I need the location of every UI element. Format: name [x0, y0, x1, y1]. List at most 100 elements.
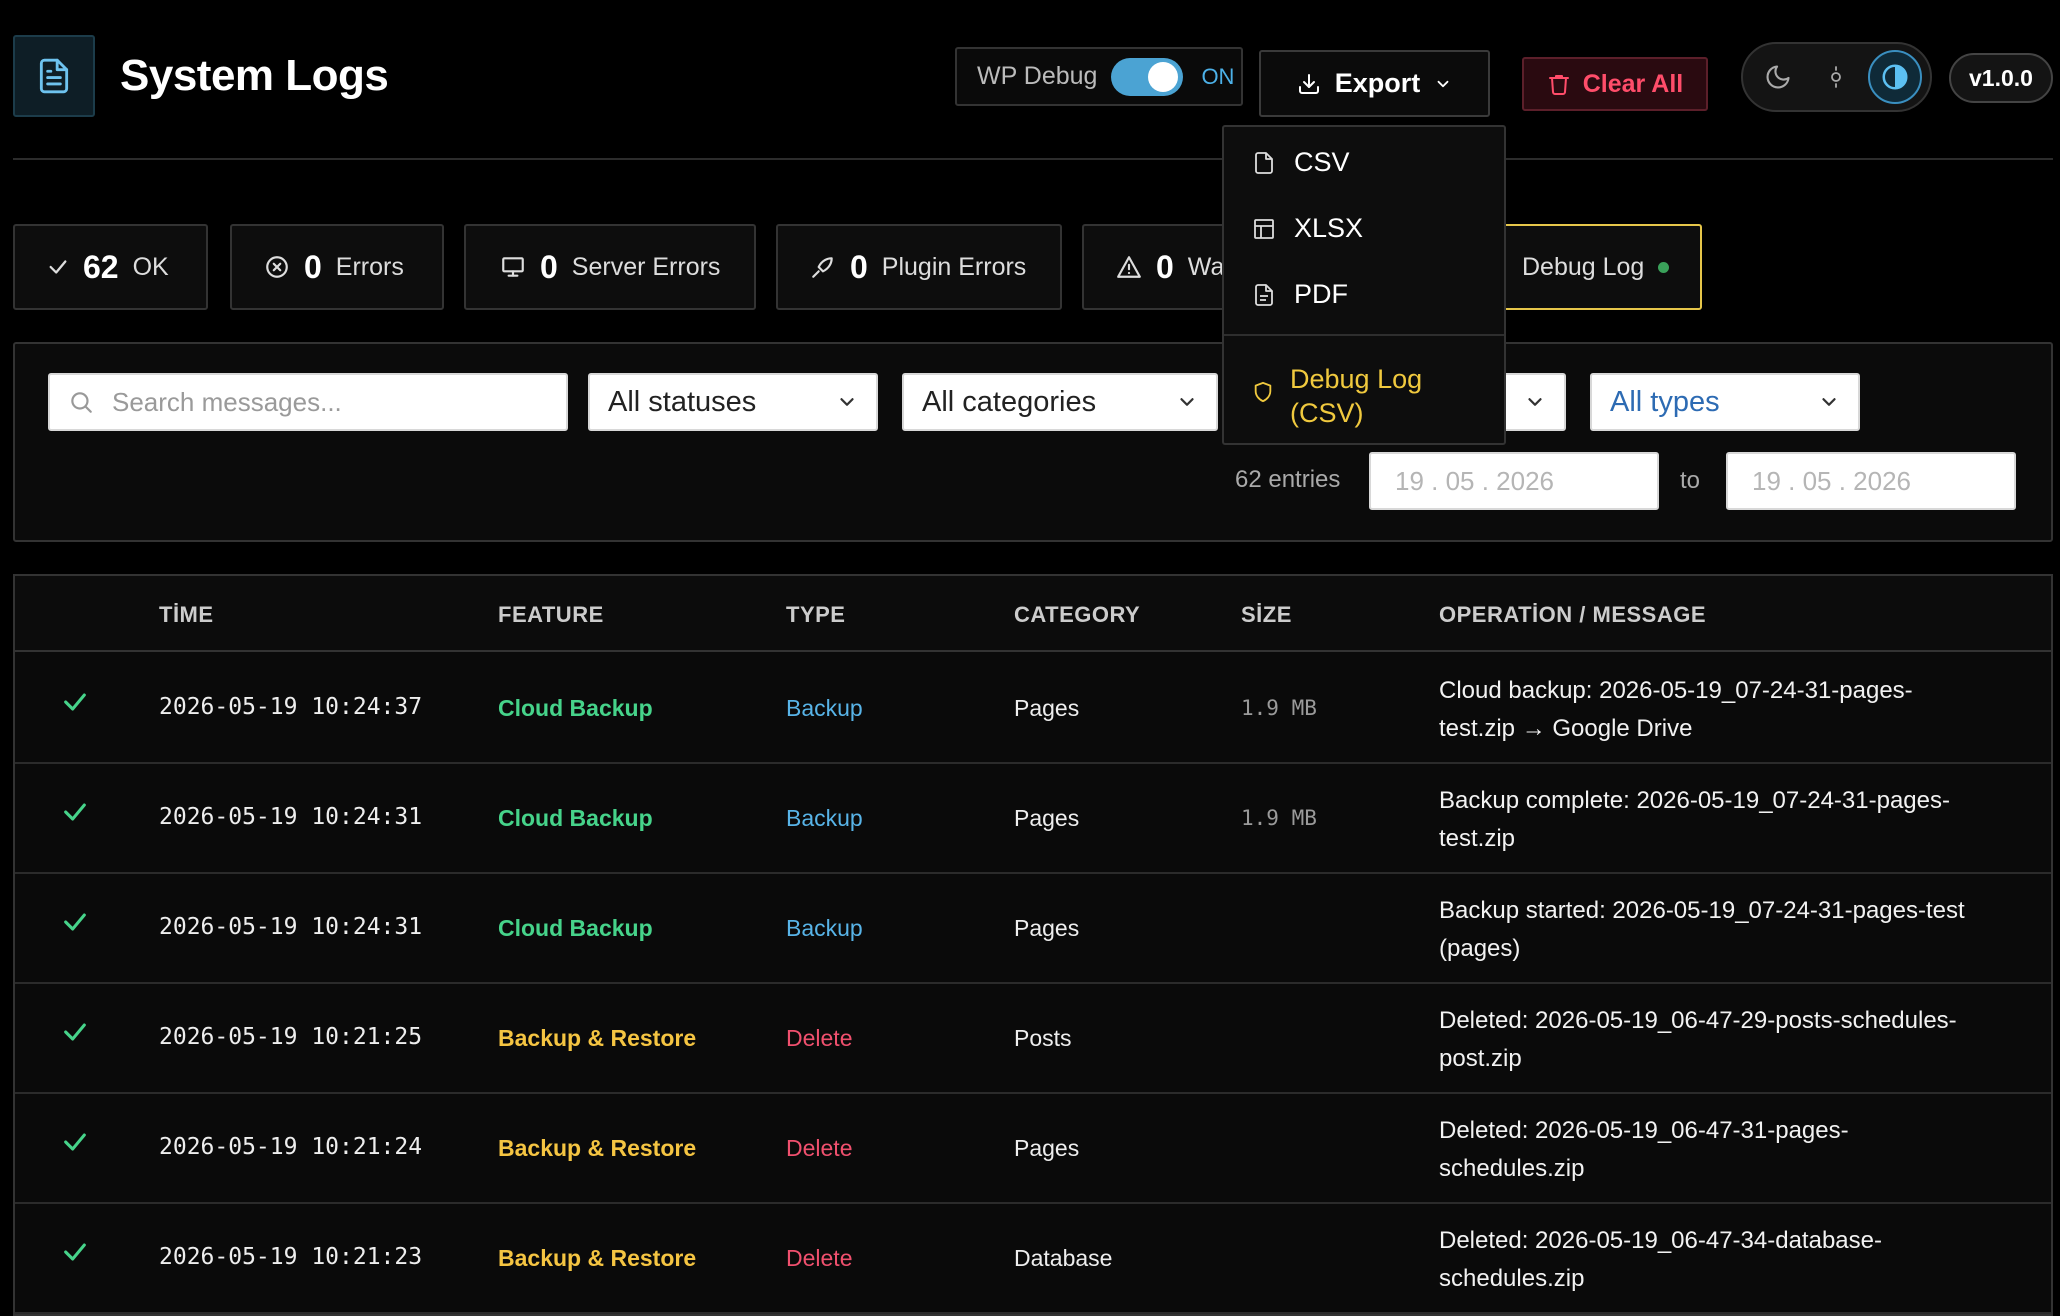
row-size: 1.9 MB [1241, 806, 1317, 830]
export-csv-option[interactable]: CSV [1252, 147, 1350, 178]
stat-value: 0 [304, 248, 322, 285]
row-feature: Backup & Restore [498, 1135, 697, 1161]
success-check-icon [61, 688, 89, 716]
stat-value: 0 [850, 248, 868, 285]
column-header-message[interactable]: OPERATİON / MESSAGE [1439, 602, 1706, 628]
export-button[interactable]: Export [1259, 50, 1490, 117]
download-icon [1298, 73, 1319, 94]
trash-icon [1548, 75, 1569, 95]
stat-label: Plugin Errors [881, 252, 1027, 281]
column-header-feature[interactable]: FEATURE [498, 602, 604, 628]
date-from-input[interactable]: 19 . 05 . 2026 [1369, 452, 1659, 510]
row-category: Pages [1014, 805, 1080, 831]
table-row[interactable]: 2026-05-19 10:24:31 Cloud Backup Backup Pag… [15, 874, 2051, 984]
row-time: 2026-05-19 10:24:37 [159, 694, 423, 720]
row-type: Backup [786, 695, 863, 721]
stat-server-errors[interactable]: 0 Server Errors [464, 224, 756, 310]
stat-errors[interactable]: 0 Errors [230, 224, 444, 310]
wp-debug-toggle[interactable]: WP Debug ON [955, 47, 1243, 106]
table-icon [1254, 218, 1274, 239]
row-type: Delete [786, 1025, 853, 1051]
row-message: Deleted: 2026-05-19_06-47-34-database-sc… [1439, 1222, 2039, 1298]
status-select[interactable]: All statuses [588, 373, 878, 431]
row-time: 2026-05-19 10:24:31 [159, 914, 423, 940]
row-message-line: Cloud backup: 2026-05-19_07-24-31-pages- [1439, 677, 1913, 704]
clear-all-label: Clear All [1582, 69, 1684, 98]
table-header: TİME FEATURE TYPE CATEGORY SİZE OPERATİO… [15, 576, 2051, 652]
chevron-down-icon [840, 398, 854, 406]
entries-count: 62 entries [1235, 466, 1341, 493]
search-input[interactable] [112, 386, 552, 418]
stat-warnings[interactable]: 0 Wa [1082, 224, 1242, 310]
theme-contrast-option[interactable] [1867, 50, 1922, 104]
clear-all-button[interactable]: Clear All [1522, 57, 1708, 111]
row-message-line: schedules.zip [1439, 1155, 1585, 1182]
row-message-line: Deleted: 2026-05-19_06-47-31-pages- [1439, 1117, 1849, 1144]
column-header-time[interactable]: TİME [159, 602, 214, 628]
log-table: TİME FEATURE TYPE CATEGORY SİZE OPERATİO… [13, 574, 2053, 1316]
wp-debug-label: WP Debug [977, 62, 1098, 90]
row-message: Cloud backup: 2026-05-19_07-24-31-pages-… [1439, 672, 2039, 748]
debug-log-line2: (CSV) [1290, 398, 1364, 428]
row-time: 2026-05-19 10:24:31 [159, 804, 423, 830]
theme-switcher [1741, 42, 1932, 112]
type-select[interactable]: All types [1590, 373, 1860, 431]
row-message-line: Backup complete: 2026-05-19_07-24-31-pag… [1439, 787, 1950, 814]
wp-debug-state: ON [1201, 63, 1235, 89]
row-feature: Cloud Backup [498, 915, 653, 941]
column-header-type[interactable]: TYPE [786, 602, 845, 628]
export-debug-log-option[interactable]: Debug Log (CSV) [1252, 362, 1470, 430]
x-circle-icon [266, 256, 288, 278]
row-category: Pages [1014, 1135, 1080, 1161]
export-pdf-option[interactable]: PDF [1252, 279, 1348, 310]
row-message-line: post.zip [1439, 1045, 1522, 1072]
search-icon [71, 392, 92, 413]
row-type: Delete [786, 1245, 853, 1271]
monitor-icon [502, 257, 524, 277]
stat-ok[interactable]: 62 OK [13, 224, 208, 310]
column-header-category[interactable]: CATEGORY [1014, 602, 1140, 628]
stat-plugin-errors[interactable]: 0 Plugin Errors [776, 224, 1062, 310]
row-message-line: Backup started: 2026-05-19_07-24-31-page… [1439, 897, 1965, 924]
theme-dark-option[interactable] [1751, 50, 1805, 104]
row-feature: Cloud Backup [498, 805, 653, 831]
stat-label: Wa [1187, 252, 1225, 281]
theme-light-option[interactable] [1809, 50, 1863, 104]
status-select-value: All statuses [608, 385, 757, 418]
export-xlsx-option[interactable]: XLSX [1252, 213, 1363, 244]
table-row[interactable]: 2026-05-19 10:24:31 Cloud Backup Backup Pag… [15, 764, 2051, 874]
success-check-icon [61, 1018, 89, 1046]
row-type: Backup [786, 805, 863, 831]
row-category: Database [1014, 1245, 1113, 1271]
stat-label: Errors [335, 252, 404, 281]
row-message: Backup complete: 2026-05-19_07-24-31-pag… [1439, 782, 2039, 858]
search-field[interactable] [48, 373, 568, 431]
row-type: Backup [786, 915, 863, 941]
category-select[interactable]: All categories [902, 373, 1218, 431]
stat-debug-log[interactable]: Debug Log [1496, 224, 1702, 310]
contrast-icon [1882, 64, 1908, 90]
row-feature: Backup & Restore [498, 1245, 697, 1271]
menu-divider [1224, 334, 1504, 336]
chevron-down-icon [1437, 80, 1449, 87]
success-check-icon [61, 908, 89, 936]
chevron-down-icon [1180, 398, 1194, 406]
category-select-value: All categories [922, 385, 1097, 418]
filter-panel [13, 342, 2053, 542]
column-header-size[interactable]: SİZE [1241, 602, 1292, 628]
table-row[interactable]: 2026-05-19 10:21:25 Backup & Restore Delet… [15, 984, 2051, 1094]
chevron-down-icon [1528, 398, 1542, 406]
export-option-label: XLSX [1294, 213, 1364, 243]
export-label: Export [1334, 68, 1421, 98]
success-check-icon [61, 798, 89, 826]
export-dropdown-menu: CSV XLSX PDF Debug Log (CSV) [1222, 125, 1506, 445]
debug-log-line1: Debug Log [1290, 364, 1423, 394]
table-row[interactable]: 2026-05-19 10:21:24 Backup & Restore Delet… [15, 1094, 2051, 1204]
date-to-input[interactable]: 19 . 05 . 2026 [1726, 452, 2016, 510]
row-time: 2026-05-19 10:21:23 [159, 1244, 423, 1270]
table-row[interactable]: 2026-05-19 10:24:37 Cloud Backup Backup Pag… [15, 654, 2051, 764]
toggle-switch[interactable] [1111, 57, 1184, 96]
app-logo [13, 35, 95, 117]
date-range-separator: to [1680, 467, 1701, 494]
table-row[interactable]: 2026-05-19 10:21:23 Backup & Restore Delet… [15, 1204, 2051, 1314]
